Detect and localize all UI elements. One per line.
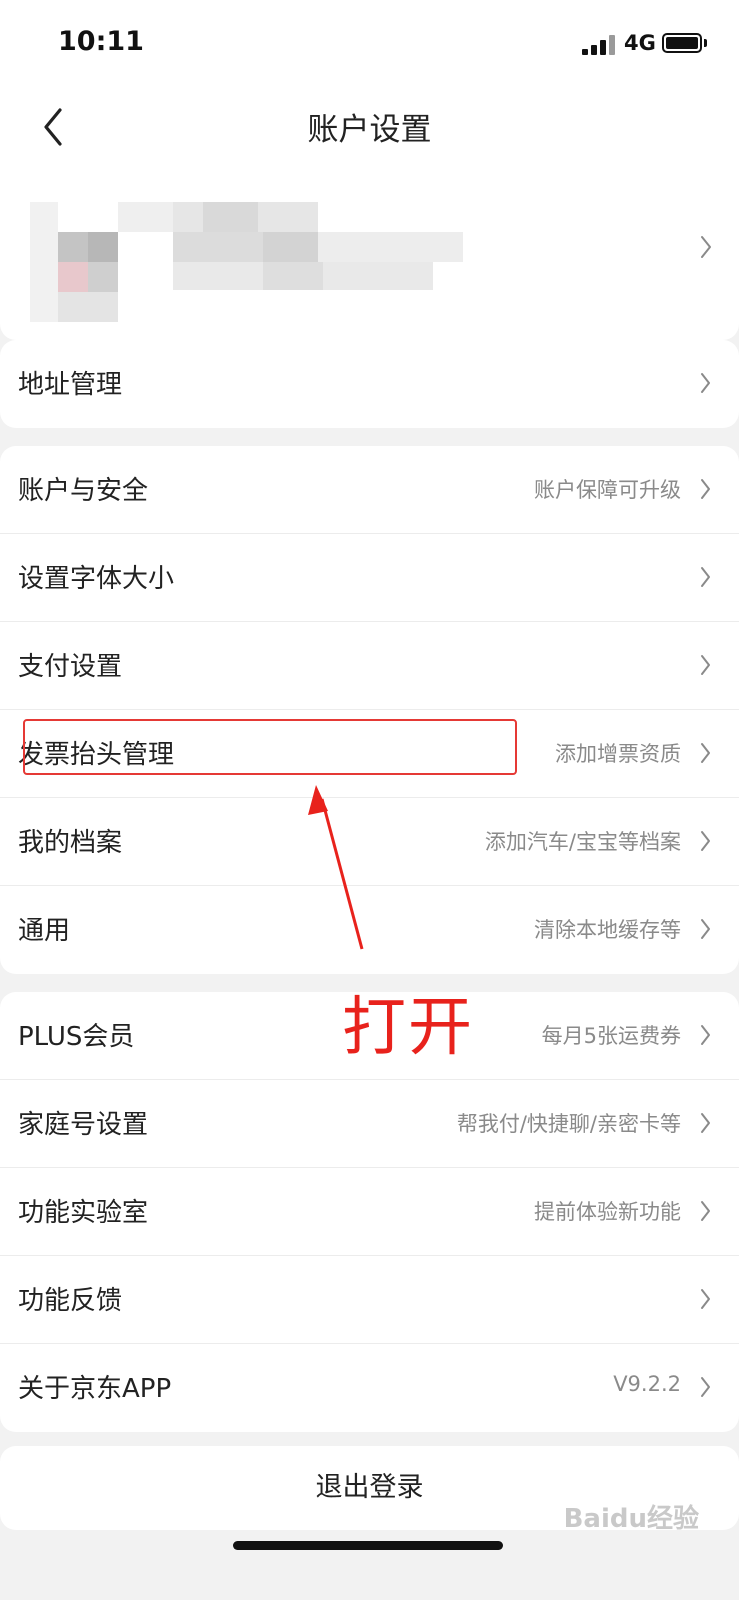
- row-label: 功能反馈: [18, 1286, 123, 1316]
- settings-row-family-settings[interactable]: 家庭号设置 帮我付/快捷聊/亲密卡等: [0, 1080, 739, 1168]
- row-label: 账户与安全: [18, 476, 149, 506]
- row-label: 发票抬头管理: [18, 740, 175, 770]
- chevron-right-icon: [701, 919, 710, 939]
- row-label: 支付设置: [18, 652, 123, 682]
- chevron-right-icon: [701, 1289, 710, 1309]
- chevron-right-icon: [701, 1377, 710, 1397]
- row-label: 功能实验室: [18, 1198, 149, 1228]
- settings-row-payment-settings[interactable]: 支付设置: [0, 622, 739, 710]
- status-time: 10:11: [58, 26, 144, 57]
- settings-row-feature-lab[interactable]: 功能实验室 提前体验新功能: [0, 1168, 739, 1256]
- blurred-avatar-and-name: [30, 202, 470, 322]
- settings-row-address-management[interactable]: 地址管理: [0, 340, 739, 428]
- chevron-right-icon: [701, 567, 710, 587]
- chevron-right-icon: [701, 1201, 710, 1221]
- row-subtitle: 清除本地缓存等: [534, 918, 681, 942]
- chevron-right-icon: [701, 479, 710, 499]
- battery-tip: [704, 39, 707, 47]
- row-label: 关于京东APP: [18, 1374, 172, 1404]
- status-bar: 10:11 4G: [0, 0, 739, 88]
- nav-bar: 账户设置: [0, 88, 739, 166]
- chevron-right-icon: [701, 655, 710, 675]
- signal-icon: [582, 35, 616, 55]
- chevron-right-icon: [701, 743, 710, 763]
- battery-icon: [662, 33, 702, 53]
- annotation-open: 打开: [342, 991, 474, 1065]
- row-subtitle: 提前体验新功能: [534, 1200, 681, 1224]
- row-label: 设置字体大小: [18, 564, 175, 594]
- home-indicator[interactable]: [233, 1541, 503, 1550]
- chevron-right-icon: [701, 373, 710, 393]
- settings-row-feedback[interactable]: 功能反馈: [0, 1256, 739, 1344]
- row-subtitle: 每月5张运费券: [541, 1024, 681, 1048]
- chevron-right-icon: [701, 831, 710, 851]
- baidu-watermark: Baidu经验: [563, 1504, 699, 1534]
- row-label: PLUS会员: [18, 1022, 135, 1052]
- network-type: 4G: [624, 31, 656, 55]
- row-label: 家庭号设置: [18, 1110, 149, 1140]
- page-title: 账户设置: [307, 112, 432, 148]
- settings-row-about-jd-app[interactable]: 关于京东APP V9.2.2: [0, 1344, 739, 1432]
- profile-card[interactable]: [0, 166, 739, 340]
- row-label: 地址管理: [18, 370, 123, 400]
- settings-row-account-security[interactable]: 账户与安全 账户保障可升级: [0, 446, 739, 534]
- row-subtitle: 添加汽车/宝宝等档案: [484, 830, 681, 854]
- row-subtitle: 添加增票资质: [555, 742, 681, 766]
- row-subtitle: V9.2.2: [613, 1372, 681, 1396]
- row-label: 我的档案: [18, 828, 123, 858]
- chevron-right-icon: [701, 1025, 710, 1045]
- row-label: 通用: [18, 916, 71, 946]
- chevron-right-icon: [701, 236, 711, 258]
- settings-row-font-size[interactable]: 设置字体大小: [0, 534, 739, 622]
- chevron-right-icon: [701, 1113, 710, 1133]
- settings-group-address: 地址管理: [0, 340, 739, 428]
- red-arrow-annotation: [308, 785, 364, 950]
- row-subtitle: 账户保障可升级: [534, 478, 681, 502]
- row-subtitle: 帮我付/快捷聊/亲密卡等: [456, 1112, 681, 1136]
